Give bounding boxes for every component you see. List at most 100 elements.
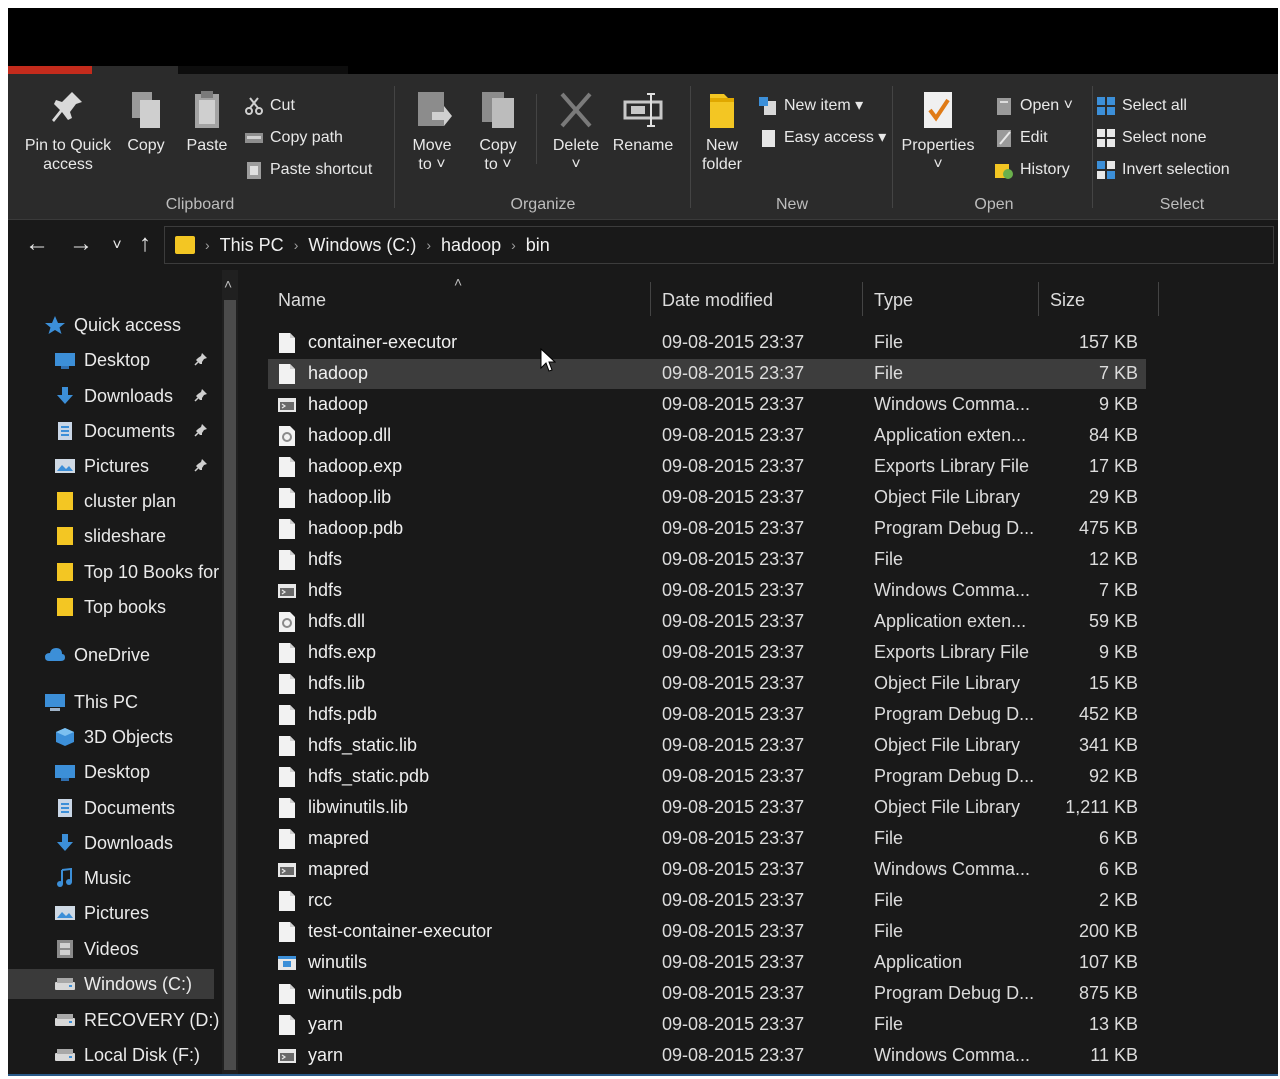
file-row[interactable]: rcc 09-08-2015 23:37 File 2 KB — [268, 886, 1146, 916]
file-row[interactable]: winutils.pdb 09-08-2015 23:37 Program Debu… — [268, 979, 1146, 1009]
recent-locations-button[interactable]: ˅ — [102, 232, 132, 260]
file-row[interactable]: hdfs.dll 09-08-2015 23:37 Application exte… — [268, 607, 1146, 637]
file-row[interactable]: libwinutils.lib 09-08-2015 23:37 Object Fi… — [268, 793, 1146, 823]
column-divider[interactable] — [650, 282, 651, 316]
new-folder-button[interactable]: New folder — [694, 88, 750, 174]
file-row[interactable]: hdfs_static.lib 09-08-2015 23:37 Object Fi… — [268, 731, 1146, 761]
open-group-label: Open — [974, 196, 1014, 213]
sidebar-item-pictures[interactable]: Pictures — [8, 451, 218, 481]
sidebar-item-onedrive[interactable]: OneDrive — [8, 640, 218, 670]
file-row[interactable]: hdfs.lib 09-08-2015 23:37 Object File Libr… — [268, 669, 1146, 699]
open-button[interactable]: Open ˅ — [994, 94, 1073, 118]
select-all-button[interactable]: Select all — [1096, 94, 1187, 118]
delete-button[interactable]: Delete ˅ — [546, 88, 606, 174]
select-group-label: Select — [1159, 196, 1205, 213]
column-divider[interactable] — [1158, 282, 1159, 316]
column-divider[interactable] — [862, 282, 863, 316]
file-row[interactable]: container-executor 09-08-2015 23:37 File 15… — [268, 328, 1146, 358]
sidebar-item-cluster-plan[interactable]: cluster plan — [8, 486, 218, 516]
copy-to-button[interactable]: Copy to ˅ — [470, 88, 526, 174]
file-row[interactable]: hadoop.pdb 09-08-2015 23:37 Program Debug … — [268, 514, 1146, 544]
sidebar-item-local-disk-f[interactable]: Local Disk (F:) — [8, 1040, 218, 1070]
sidebar-item-documents[interactable]: Documents — [8, 793, 218, 823]
file-row[interactable]: hdfs.exp 09-08-2015 23:37 Exports Library … — [268, 638, 1146, 668]
new-group-label: New — [775, 196, 808, 213]
breadcrumb-separator[interactable]: › — [511, 237, 516, 253]
view-tab[interactable] — [268, 66, 348, 74]
file-tab[interactable] — [8, 66, 92, 74]
column-size[interactable]: Size — [1050, 290, 1085, 311]
breadcrumb-separator[interactable]: › — [294, 237, 299, 253]
file-date-modified: 09-08-2015 23:37 — [662, 673, 805, 693]
back-button[interactable]: ← — [22, 230, 52, 258]
paste-button[interactable]: Paste — [182, 88, 232, 155]
file-row[interactable]: hadoop.dll 09-08-2015 23:37 Application ex… — [268, 421, 1146, 451]
new-item-button[interactable]: New item ▾ — [758, 94, 863, 118]
sidebar-item-music[interactable]: Music — [8, 863, 218, 893]
file-row[interactable]: hdfs 09-08-2015 23:37 Windows Comma... 7 KB — [268, 576, 1146, 606]
column-type[interactable]: Type — [874, 290, 913, 311]
history-button[interactable]: History — [994, 158, 1070, 182]
scroll-up-arrow[interactable]: ˄ — [224, 276, 232, 292]
sidebar-item-downloads[interactable]: Downloads — [8, 828, 218, 858]
column-divider[interactable] — [1038, 282, 1039, 316]
copy-to-label-2: to ˅ — [484, 156, 512, 173]
breadcrumb-this-pc[interactable]: This PC — [220, 235, 284, 256]
select-none-button[interactable]: Select none — [1096, 126, 1207, 150]
file-row[interactable]: winutils 09-08-2015 23:37 Application 107 K… — [268, 948, 1146, 978]
navigation-pane-scrollbar[interactable]: ˄ — [222, 270, 238, 1076]
sidebar-item-3d-objects[interactable]: 3D Objects — [8, 722, 218, 752]
sidebar-item-quick-access[interactable]: Quick access — [8, 310, 218, 340]
address-bar[interactable]: › This PC › Windows (C:) › hadoop › bin — [164, 226, 1274, 264]
invert-selection-button[interactable]: Invert selection — [1096, 158, 1230, 182]
file-row[interactable]: hadoop 09-08-2015 23:37 Windows Comma... 9 … — [268, 390, 1146, 420]
sidebar-item-top-10-books-for[interactable]: Top 10 Books for — [8, 557, 219, 587]
share-tab[interactable] — [178, 66, 268, 74]
sidebar-item-videos[interactable]: Videos — [8, 934, 218, 964]
up-button[interactable]: ↑ — [130, 230, 160, 258]
file-row[interactable]: hadoop.exp 09-08-2015 23:37 Exports Librar… — [268, 452, 1146, 482]
file-row[interactable]: test-container-executor 09-08-2015 23:37 F… — [268, 917, 1146, 947]
breadcrumb-bin[interactable]: bin — [526, 235, 550, 256]
file-row[interactable]: yarn 09-08-2015 23:37 Windows Comma... 11 K… — [268, 1041, 1146, 1071]
easy-access-button[interactable]: Easy access ▾ — [758, 126, 886, 150]
forward-button[interactable]: → — [66, 230, 96, 258]
sidebar-item-this-pc[interactable]: This PC — [8, 687, 218, 717]
sidebar-item-slideshare[interactable]: slideshare — [8, 521, 218, 551]
file-row[interactable]: hadoop.lib 09-08-2015 23:37 Object File Li… — [268, 483, 1146, 513]
file-row[interactable]: hdfs 09-08-2015 23:37 File 12 KB — [268, 545, 1146, 575]
column-date-modified[interactable]: Date modified — [662, 290, 773, 311]
file-row[interactable]: hdfs.pdb 09-08-2015 23:37 Program Debug D.… — [268, 700, 1146, 730]
home-tab[interactable] — [92, 66, 178, 74]
file-row[interactable]: mapred 09-08-2015 23:37 File 6 KB — [268, 824, 1146, 854]
sidebar-item-recovery-d[interactable]: RECOVERY (D:) — [8, 1005, 219, 1035]
properties-button[interactable]: Properties ˅ — [896, 88, 980, 174]
sidebar-item-documents[interactable]: Documents — [8, 416, 218, 446]
breadcrumb-windows-c[interactable]: Windows (C:) — [308, 235, 416, 256]
paste-shortcut-button[interactable]: Paste shortcut — [244, 158, 372, 182]
pin-to-quick-access-button[interactable]: Pin to Quick access — [18, 88, 118, 174]
file-row[interactable]: hadoop 09-08-2015 23:37 File 7 KB — [268, 359, 1146, 389]
sidebar-item-downloads[interactable]: Downloads — [8, 381, 218, 411]
breadcrumb-separator[interactable]: › — [426, 237, 431, 253]
breadcrumb-hadoop[interactable]: hadoop — [441, 235, 501, 256]
sidebar-item-desktop[interactable]: Desktop — [8, 757, 218, 787]
file-row[interactable]: hdfs_static.pdb 09-08-2015 23:37 Program D… — [268, 762, 1146, 792]
rename-button[interactable]: Rename — [608, 88, 678, 155]
paste-icon — [187, 88, 227, 132]
sidebar-item-desktop[interactable]: Desktop — [8, 345, 218, 375]
scrollbar-thumb[interactable] — [224, 300, 236, 1070]
file-row[interactable]: yarn 09-08-2015 23:37 File 13 KB — [268, 1010, 1146, 1040]
edit-button[interactable]: Edit — [994, 126, 1048, 150]
copy-path-button[interactable]: Copy path — [244, 126, 343, 150]
sidebar-item-windows-c[interactable]: Windows (C:) — [8, 969, 214, 999]
delete-dropdown-caret[interactable]: ˅ — [546, 155, 606, 174]
move-to-button[interactable]: Move to ˅ — [404, 88, 460, 174]
sidebar-item-pictures[interactable]: Pictures — [8, 898, 218, 928]
copy-button[interactable]: Copy — [122, 88, 170, 155]
column-name[interactable]: Name — [278, 290, 326, 311]
properties-dropdown-caret[interactable]: ˅ — [896, 155, 980, 174]
file-row[interactable]: mapred 09-08-2015 23:37 Windows Comma... 6 … — [268, 855, 1146, 885]
cut-button[interactable]: Cut — [244, 94, 295, 118]
sidebar-item-top-books[interactable]: Top books — [8, 592, 218, 622]
